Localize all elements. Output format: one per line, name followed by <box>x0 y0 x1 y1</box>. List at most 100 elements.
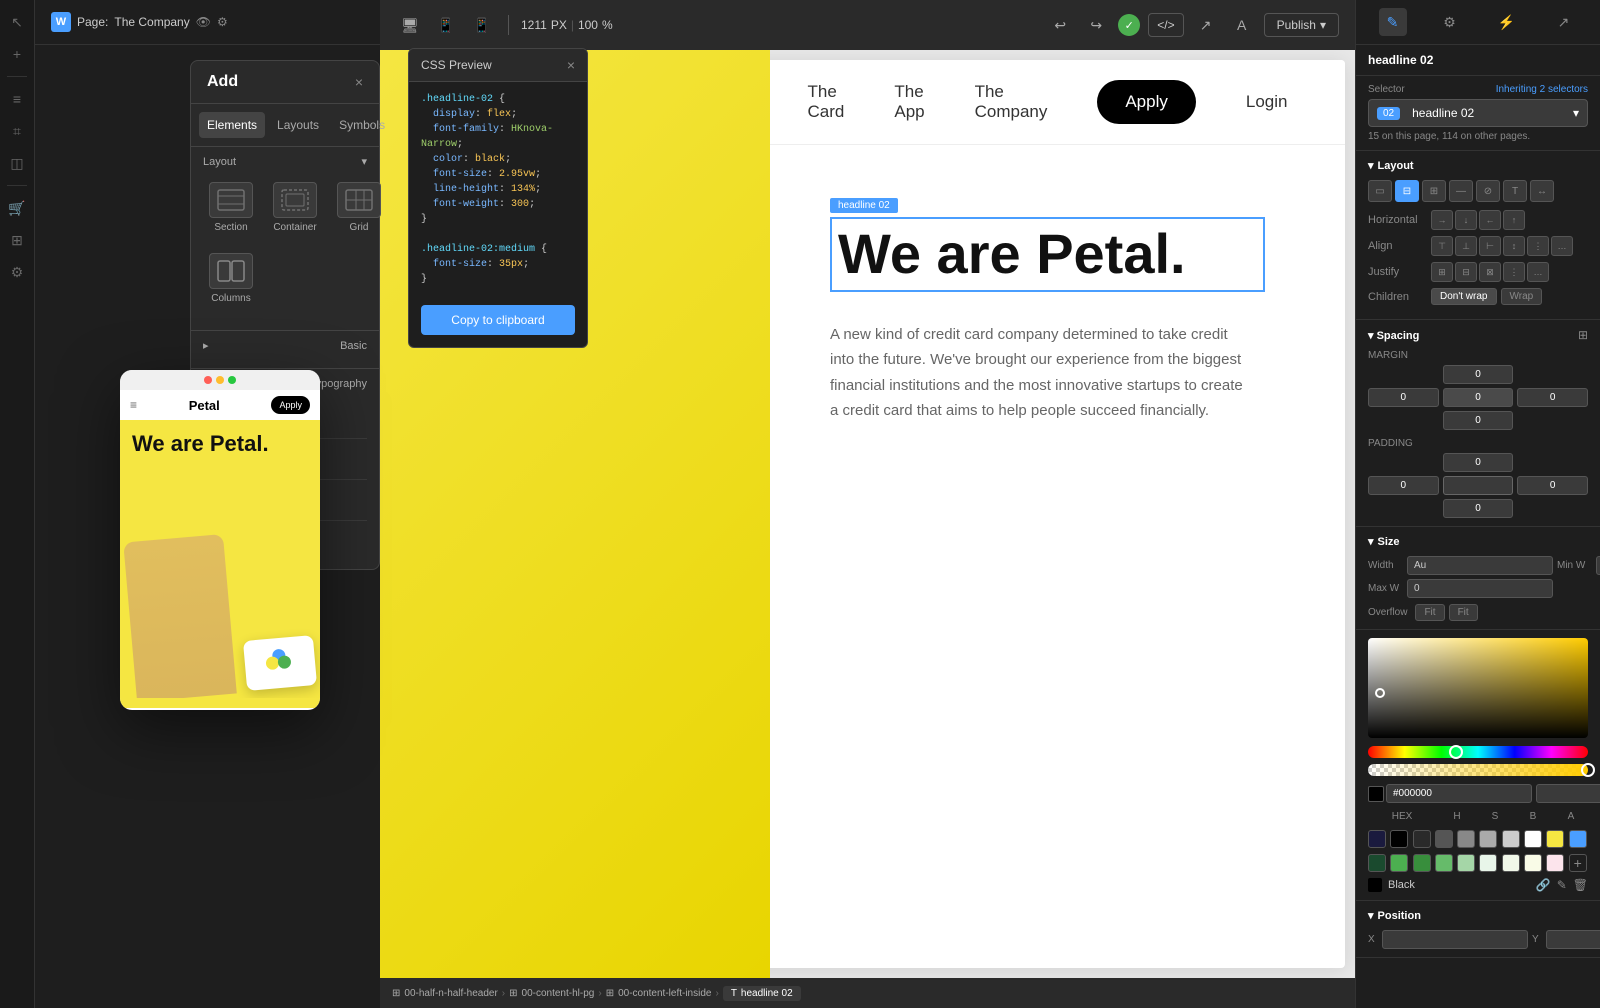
width-input[interactable] <box>1407 556 1553 575</box>
align-center[interactable]: ⊥ <box>1455 236 1477 256</box>
breadcrumb-3[interactable]: ⊞ 00-content-left-inside <box>606 988 712 999</box>
breadcrumb-1[interactable]: ⊞ 00-half-n-half-header <box>392 988 498 999</box>
dir-vertical[interactable]: ↓ <box>1455 210 1477 230</box>
breadcrumb-2[interactable]: ⊞ 00-content-hl-pg <box>509 988 594 999</box>
layout-section-toggle[interactable]: Layout ▾ <box>203 155 367 168</box>
cursor-tool-icon[interactable]: ↖ <box>3 8 31 36</box>
tab-layouts[interactable]: Layouts <box>269 112 327 138</box>
settings-tab-icon[interactable]: ⚙ <box>1436 8 1464 36</box>
padding-center-input[interactable] <box>1443 476 1514 495</box>
max-w-input[interactable] <box>1407 579 1553 598</box>
opacity-slider[interactable] <box>1368 764 1588 776</box>
device-tablet-icon[interactable]: 📱 <box>432 11 460 39</box>
add-panel-close-icon[interactable]: × <box>355 74 363 90</box>
margin-bottom-input[interactable] <box>1443 411 1514 430</box>
font-icon[interactable]: A <box>1228 11 1256 39</box>
padding-bottom-input[interactable] <box>1443 499 1514 518</box>
layout-item-columns[interactable]: Columns <box>203 247 259 310</box>
swatch-19[interactable] <box>1546 854 1564 872</box>
redo-icon[interactable]: ↪ <box>1082 11 1110 39</box>
dir-v-reverse[interactable]: ↑ <box>1503 210 1525 230</box>
margin-left-input[interactable] <box>1368 388 1439 407</box>
wrap-dont[interactable]: Don't wrap <box>1431 288 1497 305</box>
color-link-icon[interactable]: 🔗 <box>1536 878 1551 892</box>
swatch-15[interactable] <box>1457 854 1475 872</box>
dir-horizontal[interactable]: → <box>1431 210 1453 230</box>
layout-item-container[interactable]: Container <box>267 176 323 239</box>
layout-item-grid[interactable]: Grid <box>331 176 387 239</box>
swatch-13[interactable] <box>1413 854 1431 872</box>
motion-tab-icon[interactable]: ↗ <box>1550 8 1578 36</box>
add-swatch-button[interactable]: + <box>1569 854 1587 872</box>
selector-inherit-text[interactable]: Inheriting 2 selectors <box>1496 84 1588 95</box>
display-text[interactable]: T <box>1503 180 1527 202</box>
export-icon[interactable]: ↗ <box>1192 11 1220 39</box>
display-block[interactable]: ▭ <box>1368 180 1392 202</box>
swatch-1[interactable] <box>1368 830 1386 848</box>
device-mobile-icon[interactable]: 📱 <box>468 11 496 39</box>
padding-right-input[interactable] <box>1517 476 1588 495</box>
code-view-button[interactable]: </> <box>1148 13 1183 37</box>
align-extra[interactable]: … <box>1551 236 1573 256</box>
display-inline[interactable]: — <box>1449 180 1473 202</box>
swatch-3[interactable] <box>1413 830 1431 848</box>
tab-symbols[interactable]: Symbols <box>331 112 393 138</box>
swatch-18[interactable] <box>1524 854 1542 872</box>
display-none[interactable]: ⊘ <box>1476 180 1500 202</box>
display-grow[interactable]: ↔ <box>1530 180 1554 202</box>
style-tab-icon[interactable]: ✎ <box>1379 8 1407 36</box>
copy-to-clipboard-button[interactable]: Copy to clipboard <box>421 305 575 335</box>
padding-left-input[interactable] <box>1368 476 1439 495</box>
undo-icon[interactable]: ↩ <box>1046 11 1074 39</box>
fit-opt-1[interactable]: Fit <box>1415 604 1444 621</box>
align-start[interactable]: ⊤ <box>1431 236 1453 256</box>
swatch-5[interactable] <box>1457 830 1475 848</box>
align-baseline[interactable]: ⋮ <box>1527 236 1549 256</box>
swatch-9[interactable] <box>1546 830 1564 848</box>
css-preview-close-icon[interactable]: × <box>567 57 575 73</box>
color-gradient[interactable] <box>1368 638 1588 738</box>
min-w-input[interactable] <box>1596 556 1600 575</box>
page-name[interactable]: The Company <box>114 15 189 29</box>
swatch-16[interactable] <box>1479 854 1497 872</box>
margin-top-input[interactable] <box>1443 365 1514 384</box>
navigator-icon[interactable]: ≡ <box>3 85 31 113</box>
swatch-4[interactable] <box>1435 830 1453 848</box>
swatch-14[interactable] <box>1435 854 1453 872</box>
publish-button[interactable]: Publish ▾ <box>1264 13 1339 37</box>
display-flex[interactable]: ⊟ <box>1395 180 1419 202</box>
justify-space-between[interactable]: ⋮ <box>1503 262 1525 282</box>
wrap-wrap[interactable]: Wrap <box>1501 288 1543 305</box>
swatch-7[interactable] <box>1502 830 1520 848</box>
swatch-17[interactable] <box>1502 854 1520 872</box>
color-gradient-cursor[interactable] <box>1375 688 1385 698</box>
basic-section-toggle[interactable]: ▸ Basic <box>203 339 367 352</box>
justify-start[interactable]: ⊞ <box>1431 262 1453 282</box>
cms-icon[interactable]: ⊞ <box>3 226 31 254</box>
color-delete-icon[interactable]: 🗑 <box>1573 878 1588 892</box>
fit-opt-2[interactable]: Fit <box>1449 604 1478 621</box>
hex-color-preview[interactable] <box>1368 786 1384 802</box>
interactions-tab-icon[interactable]: ⚡ <box>1493 8 1521 36</box>
nav-apply-button[interactable]: Apply <box>1097 80 1196 124</box>
add-element-icon[interactable]: + <box>3 40 31 68</box>
ecommerce-icon[interactable]: 🛒 <box>3 194 31 222</box>
styles-icon[interactable]: ⌗ <box>3 117 31 145</box>
y-input[interactable] <box>1546 930 1600 949</box>
padding-top-input[interactable] <box>1443 453 1514 472</box>
position-panel-header[interactable]: ▾ Position <box>1368 909 1588 922</box>
hue-slider[interactable] <box>1368 746 1588 758</box>
swatch-11[interactable] <box>1368 854 1386 872</box>
align-stretch[interactable]: ↕ <box>1503 236 1525 256</box>
justify-space-around[interactable]: … <box>1527 262 1549 282</box>
margin-right-input[interactable] <box>1517 388 1588 407</box>
layout-item-section[interactable]: Section <box>203 176 259 239</box>
color-edit-icon[interactable]: ✎ <box>1557 878 1567 892</box>
opacity-cursor[interactable] <box>1581 763 1595 777</box>
justify-center[interactable]: ⊟ <box>1455 262 1477 282</box>
breadcrumb-4-active[interactable]: T headline 02 <box>723 986 801 1001</box>
hue-cursor[interactable] <box>1449 745 1463 759</box>
settings-icon[interactable]: ⚙ <box>3 258 31 286</box>
tab-elements[interactable]: Elements <box>199 112 265 138</box>
device-desktop-icon[interactable]: 🖥 <box>396 11 424 39</box>
